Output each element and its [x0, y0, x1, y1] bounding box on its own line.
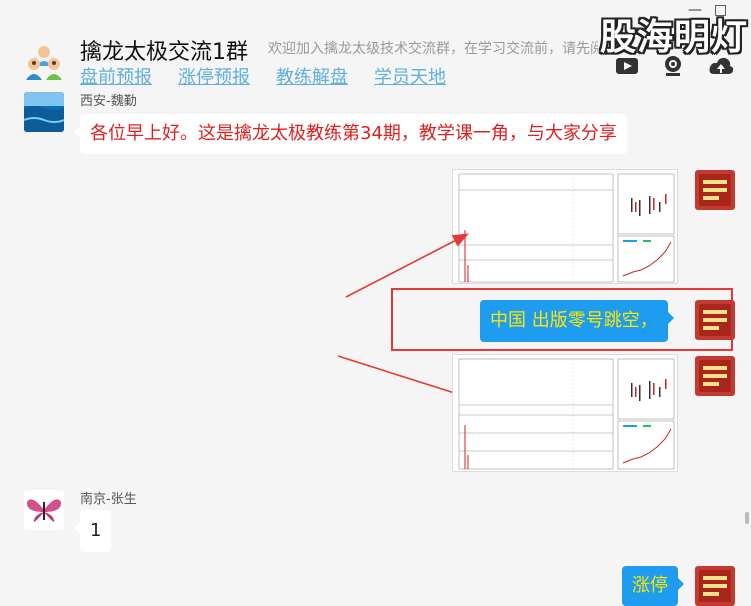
- chat-header: 擒龙太极交流1群 欢迎加入擒龙太级技术交流群，在学习交流前，请先阅读 盘前预报 …: [0, 0, 751, 90]
- maximize-button[interactable]: □: [714, 2, 727, 18]
- avatar[interactable]: [24, 92, 64, 132]
- sender-name: 西安-魏勤: [80, 94, 137, 109]
- upload-icon[interactable]: [708, 54, 734, 78]
- group-title: 擒龙太极交流1群: [80, 40, 248, 65]
- avatar-sea-icon: [24, 92, 64, 132]
- avatar[interactable]: [695, 356, 735, 396]
- avatar[interactable]: [24, 490, 64, 530]
- group-nav: 盘前预报 涨停预报 教练解盘 学员天地: [80, 63, 446, 89]
- minimize-button[interactable]: —: [688, 2, 702, 18]
- chat-window: 擒龙太极交流1群 欢迎加入擒龙太级技术交流群，在学习交流前，请先阅读 盘前预报 …: [0, 0, 751, 606]
- avatar[interactable]: [695, 566, 735, 606]
- avatar-red-banner-icon: [695, 300, 735, 340]
- nav-link-coach-analysis[interactable]: 教练解盘: [276, 63, 348, 89]
- nav-link-student-area[interactable]: 学员天地: [374, 63, 446, 89]
- message-bubble-self[interactable]: 涨停: [622, 566, 684, 606]
- live-camera-icon[interactable]: [660, 54, 686, 78]
- message-list[interactable]: 西安-魏勤 各位早上好。这是擒龙太极教练第34期，教学课一角，与大家分享 中国 …: [0, 90, 751, 606]
- video-icon[interactable]: [614, 54, 640, 78]
- sender-name: 南京-张生: [80, 492, 137, 507]
- group-avatar-icon[interactable]: [24, 42, 64, 82]
- nav-link-limit-up[interactable]: 涨停预报: [178, 63, 250, 89]
- group-description: 欢迎加入擒龙太级技术交流群，在学习交流前，请先阅读: [268, 41, 598, 57]
- message-bubble[interactable]: 各位早上好。这是擒龙太极教练第34期，教学课一角，与大家分享: [74, 114, 627, 154]
- stock-chart-screenshot: [453, 355, 677, 471]
- message-bubble-self[interactable]: 中国 出版零号跳空，: [480, 300, 674, 342]
- scrollbar-thumb[interactable]: [745, 512, 749, 524]
- avatar-red-banner-icon: [695, 170, 735, 210]
- avatar-red-banner-icon: [695, 566, 735, 606]
- message-bubble[interactable]: 1: [73, 510, 112, 552]
- avatar[interactable]: [695, 300, 735, 340]
- nav-link-premarket[interactable]: 盘前预报: [80, 63, 152, 89]
- avatar-butterfly-icon: [24, 490, 64, 530]
- avatar[interactable]: [695, 170, 735, 210]
- avatar-red-banner-icon: [695, 356, 735, 396]
- image-message[interactable]: [452, 354, 678, 472]
